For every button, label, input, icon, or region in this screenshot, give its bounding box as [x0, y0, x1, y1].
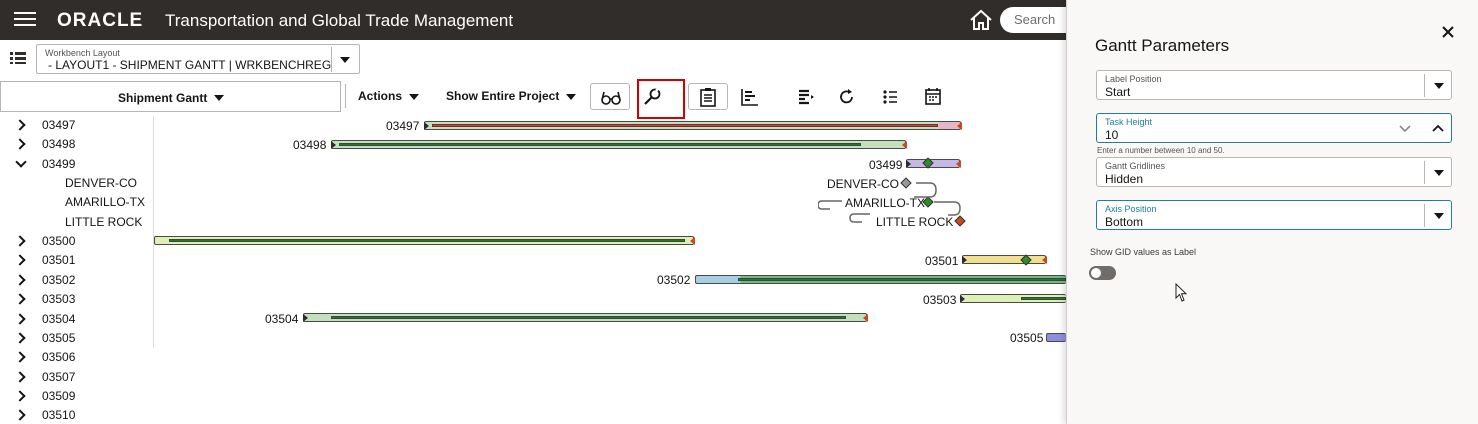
label-position-select[interactable]: Label Position Start	[1096, 70, 1452, 100]
chevron-down-icon[interactable]	[1434, 213, 1444, 219]
tree-row-label[interactable]: 03504	[42, 312, 75, 326]
bar-label: 03499	[869, 158, 903, 172]
chevron-down-icon	[214, 95, 224, 101]
field-label: Task Height	[1105, 117, 1153, 127]
drawer-title: Gantt Parameters	[1095, 36, 1230, 55]
chevron-right-icon[interactable]	[14, 254, 26, 267]
refresh-icon[interactable]	[827, 83, 867, 110]
chevron-down-icon	[409, 94, 419, 100]
home-icon[interactable]	[968, 8, 994, 32]
chevron-down-icon[interactable]	[1434, 170, 1444, 176]
shipment-bar-03503[interactable]	[960, 294, 1066, 303]
oracle-logo: ORACLE	[57, 10, 144, 31]
workbench-layout-label: Workbench Layout	[45, 48, 120, 58]
stop-connector	[818, 182, 961, 223]
gantt-chart-icon[interactable]	[730, 83, 770, 110]
field-label: Axis Position	[1105, 204, 1157, 214]
field-value: Start	[1105, 85, 1131, 99]
gantt-gridlines-select[interactable]: Gantt Gridlines Hidden	[1096, 157, 1452, 187]
field-label: Gantt Gridlines	[1105, 161, 1166, 171]
tree-row-label[interactable]: 03505	[42, 331, 75, 345]
gantt-toolbar: Shipment Gantt Actions Show Entire Proje…	[0, 80, 1066, 114]
workbench-layout-value: - LAYOUT1 - SHIPMENT GANTT | WRKBENCHREG	[48, 58, 332, 72]
app-title: Transportation and Global Trade Manageme…	[165, 11, 514, 30]
chevron-right-icon[interactable]	[14, 351, 26, 363]
chevron-right-icon[interactable]	[14, 390, 26, 402]
app-window: ORACLE Transportation and Global Trade M…	[0, 0, 1478, 424]
chevron-down-icon	[566, 94, 576, 100]
calendar-icon[interactable]	[913, 83, 953, 110]
clipboard-icon[interactable]	[688, 83, 728, 110]
shipment-bar-03504[interactable]	[303, 313, 867, 322]
task-height-field[interactable]: Task Height 10	[1096, 113, 1452, 143]
chevron-right-icon[interactable]	[14, 274, 26, 286]
shipment-bar-03505[interactable]	[1046, 333, 1066, 342]
tree-row-label[interactable]: LITTLE ROCK	[65, 215, 142, 229]
actions-menu-button[interactable]: Actions	[358, 89, 402, 103]
tree-row-label[interactable]: 03510	[42, 408, 75, 422]
shipment-bar-03501[interactable]	[962, 255, 1046, 264]
chevron-right-icon[interactable]	[14, 235, 26, 247]
bar-label: 03498	[293, 138, 327, 152]
chevron-down-icon[interactable]	[15, 156, 27, 168]
glasses-icon[interactable]	[590, 83, 630, 110]
layout-list-icon[interactable]	[9, 50, 27, 66]
chevron-down-icon[interactable]	[1399, 123, 1411, 133]
align-icon[interactable]	[785, 83, 825, 110]
shipment-bar-03502[interactable]	[695, 275, 1066, 284]
chevron-right-icon[interactable]	[14, 293, 26, 305]
tree-row-label[interactable]: 03499	[42, 157, 75, 171]
bar-label: 03503	[923, 293, 957, 307]
chevron-right-icon[interactable]	[14, 332, 26, 344]
chevron-right-icon[interactable]	[14, 312, 26, 325]
chevron-down-icon[interactable]	[1434, 83, 1444, 89]
chevron-right-icon[interactable]	[14, 138, 26, 151]
tree-row-label[interactable]: 03509	[42, 389, 75, 403]
bar-label: 03502	[657, 273, 691, 287]
tree-row-label[interactable]: 03498	[42, 137, 75, 151]
gantt-type-select[interactable]: Shipment Gantt	[0, 81, 341, 112]
tree-row-label[interactable]: 03506	[42, 350, 75, 364]
tree-row-label[interactable]: 03497	[42, 118, 75, 132]
bar-label: 03505	[1010, 331, 1044, 345]
tree-row-label[interactable]: 03503	[42, 292, 75, 306]
field-value: Hidden	[1105, 172, 1144, 186]
show-entire-project-button[interactable]: Show Entire Project	[446, 89, 559, 103]
gid-toggle-label: Show GID values as Label	[1090, 247, 1197, 257]
tree-row-label[interactable]: AMARILLO-TX	[65, 195, 145, 209]
tree-row-label[interactable]: 03507	[42, 370, 75, 384]
hamburger-menu-icon[interactable]	[14, 12, 38, 28]
axis-position-select[interactable]: Axis Position Bottom	[1096, 200, 1452, 230]
field-value[interactable]: 10	[1105, 128, 1118, 142]
shipment-bar-03497[interactable]	[424, 121, 961, 130]
wrench-highlight	[637, 79, 685, 119]
tree-row-label[interactable]: 03502	[42, 273, 75, 287]
task-height-hint: Enter a number between 10 and 50.	[1097, 146, 1225, 155]
bar-label: 03504	[265, 312, 299, 326]
gid-values-toggle[interactable]	[1089, 266, 1116, 280]
chevron-right-icon[interactable]	[14, 119, 26, 131]
shipment-bar-03500[interactable]	[154, 236, 694, 245]
tree-row-label[interactable]: 03500	[42, 234, 75, 248]
field-value: Bottom	[1105, 215, 1144, 229]
bar-label: 03501	[925, 254, 959, 268]
tree-row-label[interactable]: DENVER-CO	[65, 176, 137, 190]
chevron-down-icon[interactable]	[340, 57, 350, 63]
list-settings-icon[interactable]	[870, 83, 910, 110]
chevron-right-icon[interactable]	[14, 409, 26, 421]
chevron-right-icon[interactable]	[14, 370, 26, 383]
tree-row-label[interactable]: 03501	[42, 253, 75, 267]
mouse-cursor-icon	[1175, 283, 1188, 302]
chevron-up-icon[interactable]	[1432, 123, 1444, 133]
bar-label: 03497	[386, 119, 420, 133]
gantt-parameters-drawer: Gantt Parameters Label Position Start Ta…	[1066, 0, 1478, 424]
shipment-bar-03498[interactable]	[331, 140, 906, 149]
close-icon[interactable]	[1440, 24, 1456, 40]
field-label: Label Position	[1105, 74, 1162, 84]
workbench-layout-select[interactable]: Workbench Layout - LAYOUT1 - SHIPMENT GA…	[36, 44, 360, 74]
gantt-type-label: Shipment Gantt	[118, 91, 208, 105]
